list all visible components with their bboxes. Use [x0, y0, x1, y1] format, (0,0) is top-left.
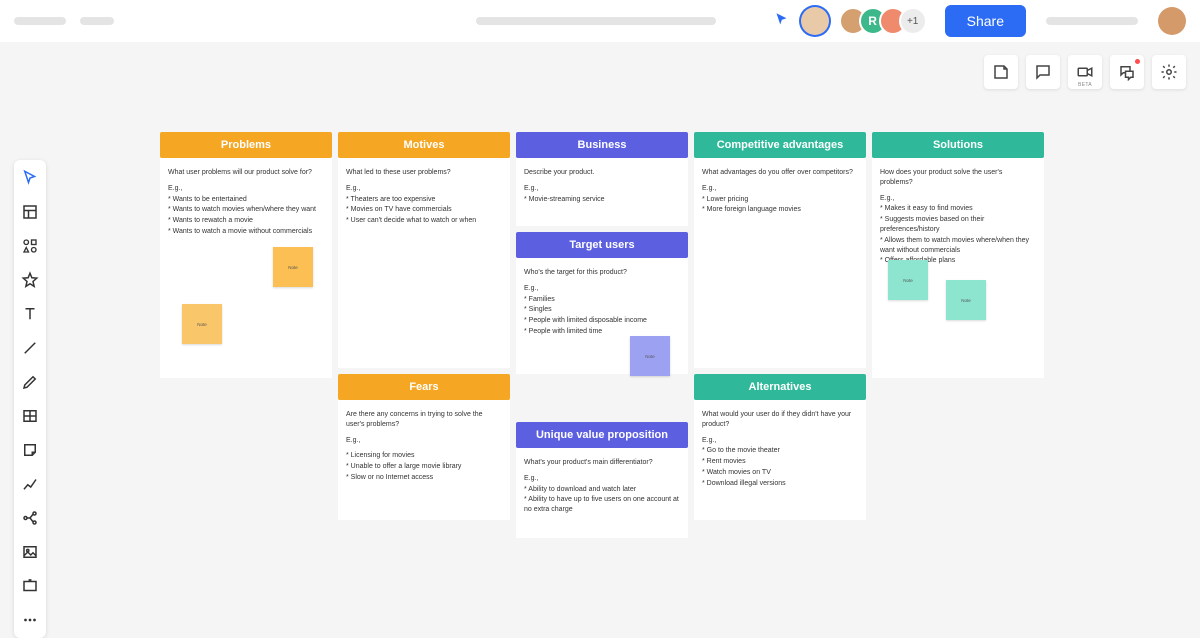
topbar: R +1 Share	[0, 0, 1200, 42]
left-toolbar	[14, 160, 46, 638]
column-body: What's your product's main differentiato…	[516, 448, 688, 538]
sticky-tool-icon[interactable]	[20, 440, 40, 460]
column-solutions: Solutions How does your product solve th…	[872, 132, 1044, 538]
top-right-toolbar: BETA	[984, 55, 1186, 89]
placeholder	[80, 17, 114, 25]
avatar-overflow[interactable]: +1	[899, 7, 927, 35]
table-tool-icon[interactable]	[20, 406, 40, 426]
more-tools-icon[interactable]	[20, 610, 40, 630]
beta-badge: BETA	[1078, 82, 1092, 88]
sticky-note[interactable]: Note	[946, 280, 986, 320]
sticky-note[interactable]: Note	[273, 247, 313, 287]
pen-tool-icon[interactable]	[20, 372, 40, 392]
column-competitive: Competitive advantages What advantages d…	[694, 132, 866, 538]
column-motives: Motives What led to these user problems?…	[338, 132, 510, 538]
sticky-note[interactable]: Note	[630, 336, 670, 376]
column-header: Fears	[338, 374, 510, 400]
column-header: Problems	[160, 132, 332, 158]
template-tool-icon[interactable]	[20, 202, 40, 222]
column-body: What advantages do you offer over compet…	[694, 158, 866, 368]
sticky-note[interactable]: Note	[182, 304, 222, 344]
self-avatar[interactable]	[1158, 7, 1186, 35]
canvas[interactable]: Problems What user problems will our pro…	[160, 132, 1044, 538]
placeholder	[1046, 17, 1138, 25]
star-tool-icon[interactable]	[20, 270, 40, 290]
share-button[interactable]: Share	[945, 5, 1026, 37]
video-icon[interactable]: BETA	[1068, 55, 1102, 89]
collaborator-avatars[interactable]: R +1	[847, 7, 927, 35]
placeholder	[14, 17, 66, 25]
note-icon[interactable]	[984, 55, 1018, 89]
column-body: Describe your product. E.g., * Movie-str…	[516, 158, 688, 226]
column-body: What would your user do if they didn't h…	[694, 400, 866, 520]
active-user-avatar[interactable]	[799, 5, 831, 37]
line-tool-icon[interactable]	[20, 338, 40, 358]
column-body: Are there any concerns in trying to solv…	[338, 400, 510, 520]
tb-left-placeholders	[14, 17, 114, 25]
column-header: Business	[516, 132, 688, 158]
column-body: What led to these user problems? E.g., *…	[338, 158, 510, 368]
chart-tool-icon[interactable]	[20, 474, 40, 494]
shapes-tool-icon[interactable]	[20, 236, 40, 256]
column-header: Unique value proposition	[516, 422, 688, 448]
notification-dot	[1135, 59, 1140, 64]
column-header: Target users	[516, 232, 688, 258]
title-placeholder	[476, 17, 716, 25]
mindmap-tool-icon[interactable]	[20, 508, 40, 528]
settings-icon[interactable]	[1152, 55, 1186, 89]
cursor-icon	[774, 12, 789, 31]
column-business: Business Describe your product. E.g., * …	[516, 132, 688, 538]
sticky-note[interactable]: Note	[888, 260, 928, 300]
comment-icon[interactable]	[1026, 55, 1060, 89]
select-tool-icon[interactable]	[20, 168, 40, 188]
frame-tool-icon[interactable]	[20, 576, 40, 596]
column-header: Competitive advantages	[694, 132, 866, 158]
chat-icon[interactable]	[1110, 55, 1144, 89]
column-header: Alternatives	[694, 374, 866, 400]
column-header: Solutions	[872, 132, 1044, 158]
text-tool-icon[interactable]	[20, 304, 40, 324]
image-tool-icon[interactable]	[20, 542, 40, 562]
column-header: Motives	[338, 132, 510, 158]
